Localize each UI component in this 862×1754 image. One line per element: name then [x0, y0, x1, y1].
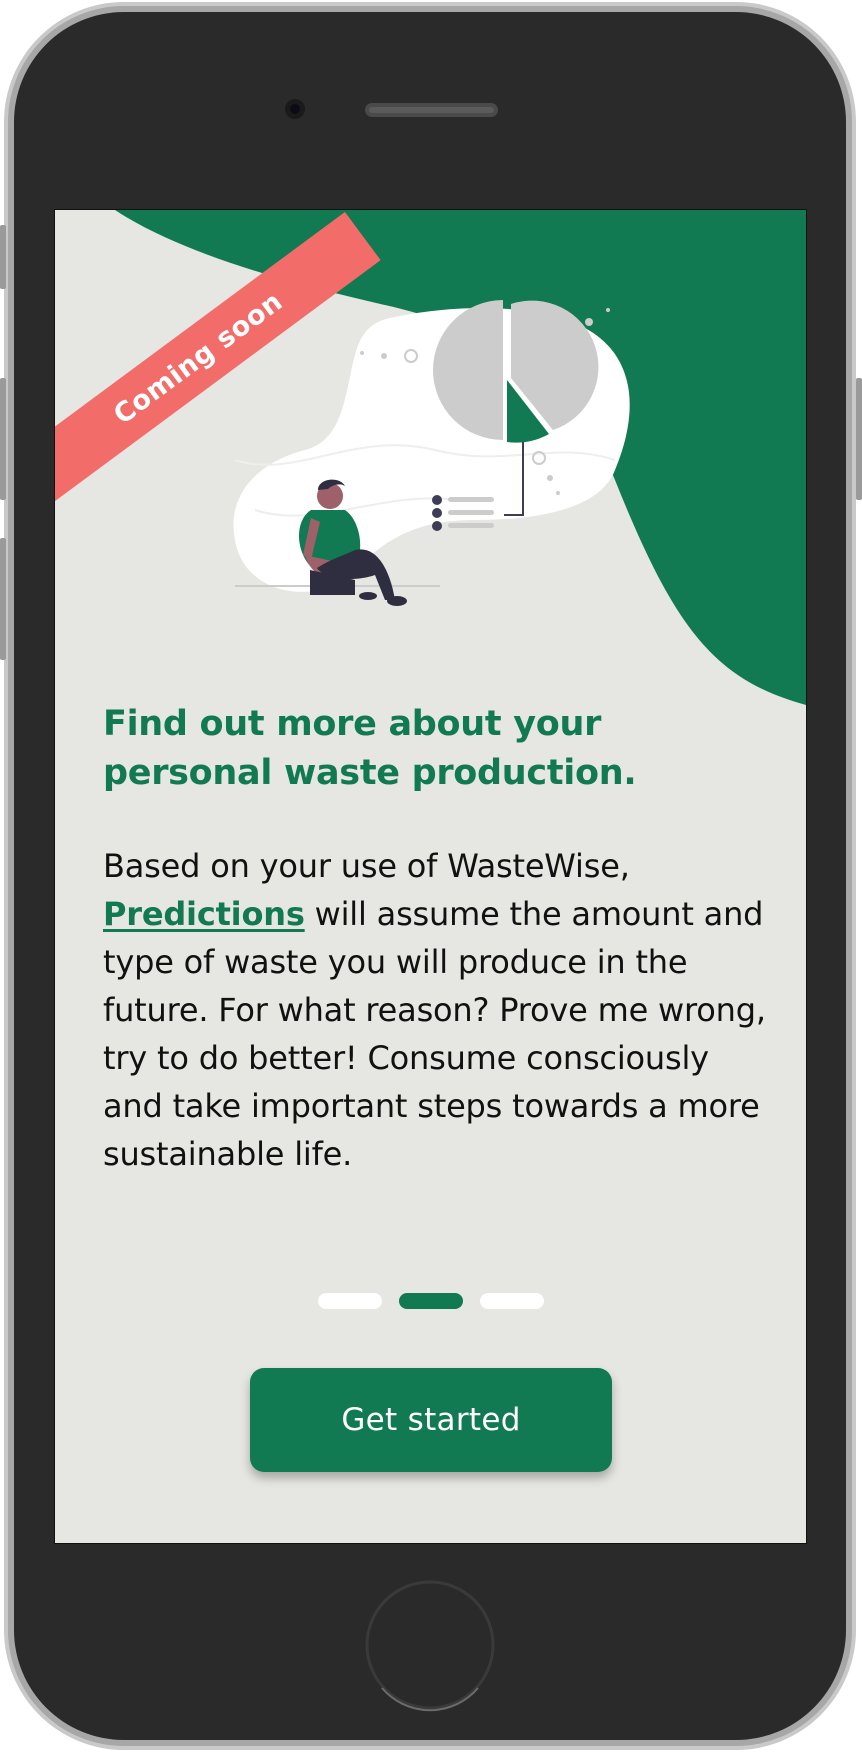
predictions-link[interactable]: Predictions	[103, 895, 305, 933]
description-intro: Based on your use of WasteWise,	[103, 847, 630, 885]
home-button	[365, 1580, 495, 1710]
volume-up-button	[0, 378, 6, 500]
page-dot-1[interactable]	[318, 1293, 382, 1309]
onboarding-headline: Find out more about your personal waste …	[103, 704, 637, 793]
page-dot-3[interactable]	[480, 1293, 544, 1309]
power-button	[856, 378, 862, 500]
volume-down-button	[0, 538, 6, 660]
onboarding-description: Based on your use of WasteWise, Predicti…	[103, 842, 773, 1178]
app-screen: Coming soon Find out more about your per…	[55, 210, 806, 1543]
page-indicator	[318, 1293, 544, 1309]
get-started-button[interactable]: Get started	[250, 1368, 612, 1472]
description-rest: will assume the amount and type of waste…	[103, 895, 766, 1173]
legend-list-icon	[432, 495, 494, 531]
page-dot-2-active[interactable]	[399, 1293, 463, 1309]
device-mockup: Coming soon Find out more about your per…	[0, 0, 862, 1754]
mute-switch	[0, 225, 6, 289]
